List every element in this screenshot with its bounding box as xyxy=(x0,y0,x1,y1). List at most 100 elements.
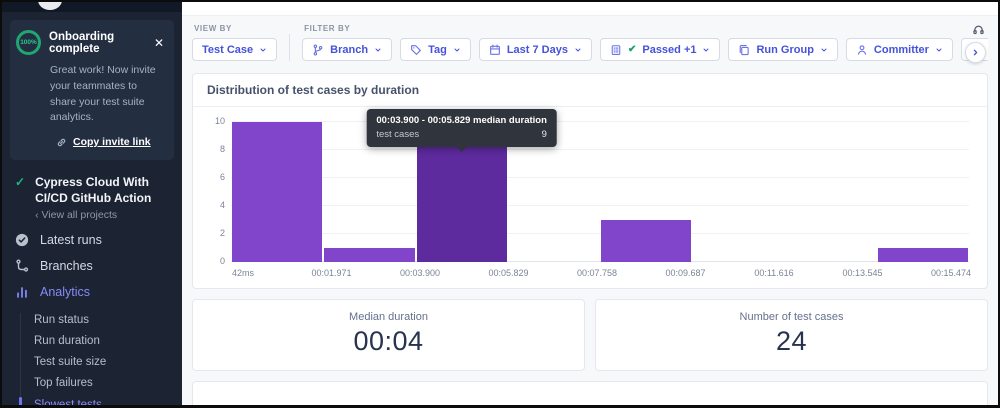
view-by-value: Test Case xyxy=(202,43,254,56)
onboarding-title: Onboarding complete xyxy=(49,30,115,55)
branch-filter-dropdown[interactable]: Branch xyxy=(302,38,393,61)
git-branch-icon xyxy=(313,43,323,56)
tag-icon xyxy=(411,44,421,55)
x-axis-tick-label: 42ms xyxy=(231,268,255,278)
filter-label: Run Group xyxy=(756,43,814,56)
copy-invite-link-label: Copy invite link xyxy=(73,136,151,148)
link-icon xyxy=(57,138,66,146)
view-all-projects-link[interactable]: ‹ View all projects xyxy=(35,209,172,221)
sidebar-item-latest-runs[interactable]: Latest runs xyxy=(2,227,182,253)
chart-x-axis-labels: 42ms 00:01.971 00:03.900 00:05.829 00:07.758… xyxy=(232,268,971,282)
x-axis-tick-label: 00:07.758 xyxy=(576,268,618,278)
chevron-down-icon xyxy=(821,48,827,51)
tooltip-title: 00:03.900 - 00:05.829 median duration xyxy=(376,115,547,126)
close-icon[interactable]: ✕ xyxy=(152,36,166,50)
y-axis-tick-label: 2 xyxy=(219,228,225,238)
chevron-down-icon xyxy=(703,48,709,51)
chart-title: Distribution of test cases by duration xyxy=(193,74,987,107)
project-check-icon: ✓ xyxy=(15,175,26,189)
gridline xyxy=(231,177,969,178)
duration-distribution-card: Distribution of test cases by duration 0… xyxy=(192,73,988,289)
filter-by-label: FILTER BY xyxy=(304,24,351,33)
filter-label: Committer xyxy=(873,43,929,56)
project-selector[interactable]: ✓ Cypress Cloud With CI/CD GitHub Action… xyxy=(15,175,172,221)
chevron-right-icon xyxy=(973,49,978,56)
run-group-filter-dropdown[interactable]: Run Group xyxy=(728,38,838,61)
next-section-card-partial xyxy=(192,381,988,405)
histogram-bar[interactable] xyxy=(601,220,692,262)
sidebar-item-label: Branches xyxy=(40,259,93,274)
sidebar-item-run-status[interactable]: Run status xyxy=(34,309,182,330)
sidebar: 100% Onboarding complete ✕ Great work! N… xyxy=(2,2,182,405)
chart-plot: 00:03.900 - 00:05.829 median duration te… xyxy=(215,109,969,266)
sidebar-item-branches[interactable]: Branches xyxy=(2,253,182,279)
sidebar-item-slowest-tests[interactable]: Slowest tests xyxy=(19,394,182,405)
stat-label: Median duration xyxy=(349,311,428,323)
onboarding-card: 100% Onboarding complete ✕ Great work! N… xyxy=(10,20,174,160)
sidebar-top-strip xyxy=(2,2,182,12)
sidebar-item-top-failures[interactable]: Top failures xyxy=(34,373,182,394)
x-axis-tick-label: 00:15.474 xyxy=(930,268,972,278)
status-list-icon xyxy=(611,44,621,55)
sidebar-item-analytics[interactable]: Analytics xyxy=(2,279,182,305)
sidebar-item-run-duration[interactable]: Run duration xyxy=(34,330,182,351)
gridline xyxy=(231,233,969,234)
tooltip-row-label: test cases xyxy=(376,129,420,140)
median-duration-card: Median duration 00:04 xyxy=(192,299,585,371)
sidebar-nav: Latest runs Branches Analytics Run statu… xyxy=(2,227,182,405)
filter-bar: VIEW BY Test Case FILTER BY Branch Tag L… xyxy=(192,21,988,63)
stat-value: 00:04 xyxy=(353,326,424,356)
bar-chart-icon xyxy=(15,285,29,299)
gridline xyxy=(231,205,969,206)
view-by-dropdown[interactable]: Test Case xyxy=(192,38,278,61)
chevron-down-icon xyxy=(936,48,942,51)
y-axis-tick-label: 8 xyxy=(219,144,225,154)
analytics-sublist: Run status Run duration Test suite size … xyxy=(2,309,182,405)
progress-value: 100% xyxy=(20,39,37,46)
progress-ring: 100% xyxy=(16,30,41,55)
tag-filter-dropdown[interactable]: Tag xyxy=(400,38,471,61)
passed-check-icon: ✔ xyxy=(627,44,637,55)
tooltip-row-value: 9 xyxy=(541,129,547,140)
gridline xyxy=(231,121,969,122)
onboarding-body: Great work! Now invite your teammates to… xyxy=(50,64,156,124)
person-icon xyxy=(857,44,867,55)
filter-by-group: FILTER BY Branch Tag Last 7 Days ✔ Passe… xyxy=(302,21,988,61)
sidebar-item-label: Analytics xyxy=(40,285,91,300)
y-axis-tick-label: 10 xyxy=(214,116,225,126)
project-name: Cypress Cloud With CI/CD GitHub Action xyxy=(35,175,152,205)
x-axis-tick-label: 00:01.971 xyxy=(311,268,352,278)
app-window: 100% Onboarding complete ✕ Great work! N… xyxy=(0,0,1000,408)
gridline xyxy=(231,149,969,150)
scroll-filters-right-button[interactable] xyxy=(965,42,986,63)
sidebar-item-label: Latest runs xyxy=(40,233,102,248)
chevron-down-icon xyxy=(575,48,581,51)
filter-divider xyxy=(289,34,291,61)
main-content: VIEW BY Test Case FILTER BY Branch Tag L… xyxy=(182,2,998,405)
x-axis-tick-label: 00:11.616 xyxy=(754,268,794,278)
stat-cards-row: Median duration 00:04 Number of test cas… xyxy=(192,299,988,371)
histogram-bar[interactable] xyxy=(877,248,968,262)
test-case-count-card: Number of test cases 24 xyxy=(595,299,988,371)
view-by-group: VIEW BY Test Case xyxy=(192,21,278,61)
filter-label: Passed +1 xyxy=(642,43,697,56)
histogram-bar[interactable] xyxy=(324,248,415,262)
chart-tooltip: 00:03.900 - 00:05.829 median duration te… xyxy=(366,109,557,152)
view-by-label: VIEW BY xyxy=(194,24,232,33)
histogram-bar[interactable] xyxy=(232,122,323,262)
y-axis-tick-label: 0 xyxy=(219,256,225,266)
histogram-bar[interactable] xyxy=(416,136,507,262)
top-strip xyxy=(182,2,998,16)
x-axis-tick-label: 00:13.545 xyxy=(842,268,883,278)
copy-invite-link[interactable]: Copy invite link xyxy=(56,136,166,148)
date-range-filter-dropdown[interactable]: Last 7 Days xyxy=(478,38,592,61)
chevron-down-icon xyxy=(260,48,266,51)
committer-filter-dropdown[interactable]: Committer xyxy=(845,38,953,61)
status-filter-dropdown[interactable]: ✔ Passed +1 xyxy=(599,38,721,61)
y-axis-tick-label: 6 xyxy=(219,172,225,182)
sidebar-item-test-suite-size[interactable]: Test suite size xyxy=(34,352,182,373)
branch-icon xyxy=(15,259,29,273)
x-axis-tick-label: 00:05.829 xyxy=(488,268,529,278)
calendar-icon xyxy=(489,44,500,55)
filter-label: Last 7 Days xyxy=(506,43,568,56)
